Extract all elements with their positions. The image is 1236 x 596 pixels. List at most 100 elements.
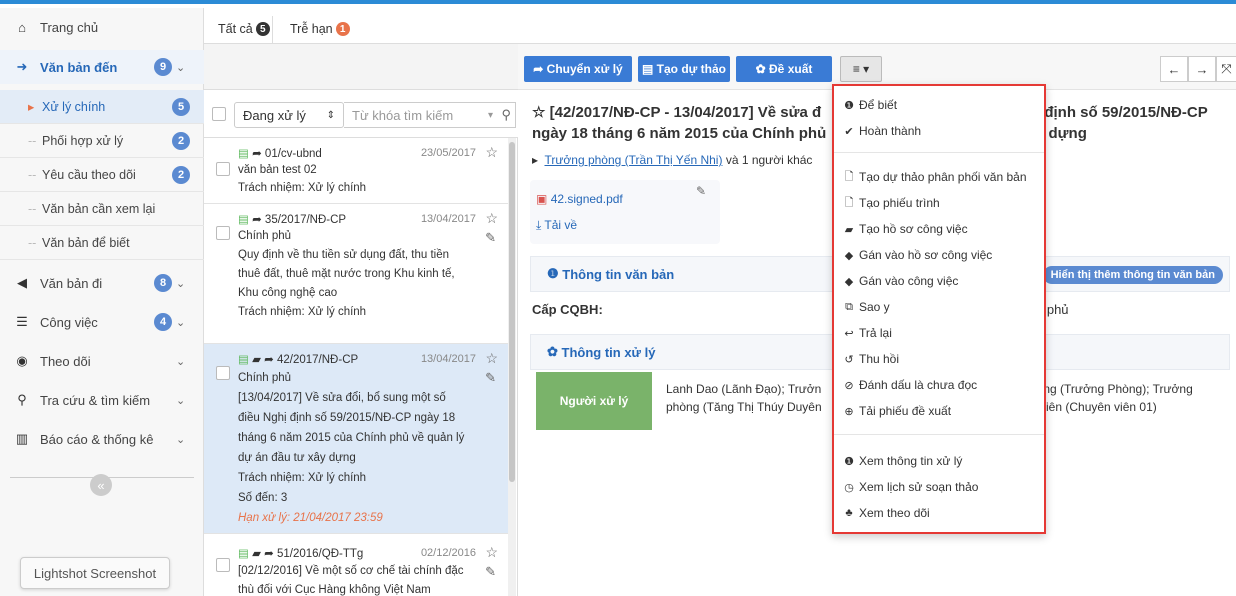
chevron-down-icon: ⌄ bbox=[176, 394, 186, 407]
next-arrow-icon[interactable]: → bbox=[1188, 56, 1216, 82]
document-icon: ▤ bbox=[238, 214, 249, 226]
sidebar: ⌂ Trang chủ ➜ Văn bản đến 9 ⌄ ▸ Xử lý ch… bbox=[0, 8, 204, 596]
download-link[interactable]: ⤓ Tải về bbox=[536, 218, 577, 233]
more-actions-button[interactable]: ≡ ▾ bbox=[840, 56, 882, 82]
info-icon: ❶ bbox=[844, 455, 854, 468]
document-icon: ▤ bbox=[238, 354, 249, 366]
menu-item-complete[interactable]: ✔ Hoàn thành bbox=[842, 120, 921, 142]
menu-item-for-info[interactable]: ❶ Để biết bbox=[842, 94, 897, 116]
status-select[interactable]: Đang xử lý ⇕ bbox=[234, 102, 344, 128]
menu-item-download-proposal[interactable]: ⊕ Tải phiếu đề xuất bbox=[842, 400, 951, 422]
list-item[interactable]: ▤ ▰ ➦ 51/2016/QĐ-TTg 02/12/2016 ☆ ✎ [02/… bbox=[204, 534, 508, 596]
top-bar bbox=[0, 0, 1236, 8]
clock-icon: ◷ bbox=[844, 481, 854, 494]
count-badge: 4 bbox=[154, 313, 172, 331]
search-icon: ⚲ bbox=[17, 392, 27, 407]
circle-arrow-left-icon: ◀ bbox=[17, 275, 27, 290]
chevron-down-icon: ⌄ bbox=[176, 433, 186, 446]
menu-item-assign-work-file[interactable]: ◆ Gán vào hồ sơ công việc bbox=[842, 244, 993, 266]
list-item[interactable]: ▤ ➦ 01/cv-ubnd 23/05/2017 ☆ văn bản test… bbox=[204, 138, 508, 204]
propose-button[interactable]: ✿ Đề xuất bbox=[736, 56, 832, 82]
download-circle-icon: ⊕ bbox=[844, 405, 854, 418]
tag-icon: ◆ bbox=[844, 275, 854, 288]
sidebar-item-incoming[interactable]: ➜ Văn bản đến 9 ⌄ bbox=[0, 50, 204, 84]
list-item-selected[interactable]: ▤ ▰ ➦ 42/2017/NĐ-CP 13/04/2017 ☆ ✎ Chính… bbox=[204, 344, 508, 534]
collapse-sidebar-button[interactable]: « bbox=[90, 474, 112, 496]
caret-down-icon: ▾ bbox=[487, 109, 493, 121]
book-icon: ▰ bbox=[252, 548, 261, 560]
star-icon[interactable]: ☆ bbox=[485, 144, 498, 161]
sidebar-item-search[interactable]: ⚲ Tra cứu & tìm kiếm ⌄ bbox=[0, 383, 204, 417]
book-icon: ▰ bbox=[844, 223, 854, 236]
expand-icon[interactable]: ⤧ bbox=[1216, 56, 1236, 82]
info-icon: ❶ bbox=[844, 99, 854, 112]
book-icon: ▰ bbox=[252, 354, 261, 366]
item-checkbox[interactable] bbox=[216, 162, 230, 176]
paperclip-icon: ✎ bbox=[485, 370, 496, 385]
menu-item-create-submission[interactable]: 🗋 Tạo phiếu trình bbox=[842, 192, 940, 214]
item-checkbox[interactable] bbox=[216, 366, 230, 380]
tab-all[interactable]: Tất cả 5 bbox=[218, 22, 270, 36]
menu-item-create-distribution-draft[interactable]: 🗋 Tạo dự thảo phân phối văn bản bbox=[842, 166, 1027, 188]
sidebar-subitem-coordinate[interactable]: -- Phối hợp xử lý 2 bbox=[0, 124, 204, 158]
select-arrow-icon: ⇕ bbox=[326, 109, 335, 121]
sidebar-subitem-review[interactable]: -- Văn bản cần xem lại bbox=[0, 192, 204, 226]
menu-item-create-work-file[interactable]: ▰ Tạo hồ sơ công việc bbox=[842, 218, 968, 240]
chevron-down-icon: ⌄ bbox=[176, 61, 186, 74]
menu-item-view-process-info[interactable]: ❶ Xem thông tin xử lý bbox=[842, 450, 962, 472]
menu-item-mark-unread[interactable]: ⊘ Đánh dấu là chưa đọc bbox=[842, 374, 977, 396]
chevron-down-icon: ⌄ bbox=[176, 316, 186, 329]
sidebar-item-work[interactable]: ☰ Công việc 4 ⌄ bbox=[0, 305, 204, 339]
document-list-panel: Đang xử lý ⇕ Từ khóa tìm kiếm ▾ ⚲ ▤ ➦ 01… bbox=[204, 44, 518, 596]
select-all-checkbox[interactable] bbox=[212, 107, 226, 121]
item-checkbox[interactable] bbox=[216, 558, 230, 572]
menu-item-copy[interactable]: ⧉ Sao y bbox=[842, 296, 890, 318]
count-badge: 2 bbox=[172, 165, 190, 184]
tab-bar: Tất cả 5 Trễ hạn 1 bbox=[204, 8, 1236, 46]
tab-overdue[interactable]: Trễ hạn 1 bbox=[290, 22, 350, 36]
sidebar-item-label: Xử lý chính bbox=[42, 99, 106, 114]
sidebar-subitem-main[interactable]: ▸ Xử lý chính 5 bbox=[0, 90, 204, 124]
count-badge: 9 bbox=[154, 58, 172, 76]
menu-item-assign-task[interactable]: ◆ Gán vào công việc bbox=[842, 270, 959, 292]
handler-label: Người xử lý bbox=[536, 372, 652, 430]
sidebar-item-outgoing[interactable]: ◀ Văn bản đi 8 ⌄ bbox=[0, 266, 204, 300]
show-more-info-button[interactable]: Hiển thị thêm thông tin văn bản bbox=[1042, 266, 1223, 284]
menu-item-view-tracking[interactable]: ♣ Xem theo dõi bbox=[842, 502, 929, 524]
create-draft-button[interactable]: ▤ Tạo dự thảo bbox=[638, 56, 730, 82]
prev-arrow-icon[interactable]: ← bbox=[1160, 56, 1188, 82]
forward-icon: ➦ bbox=[252, 214, 262, 226]
tab-label: Trễ hạn bbox=[290, 22, 333, 36]
star-icon[interactable]: ☆ bbox=[485, 350, 498, 367]
tasks-icon: ☰ bbox=[16, 314, 28, 329]
list-item[interactable]: ▤ ➦ 35/2017/NĐ-CP 13/04/2017 ☆ ✎ Chính p… bbox=[204, 204, 508, 344]
menu-item-return[interactable]: ↩ Trả lại bbox=[842, 322, 892, 344]
file-icon: 🗋 bbox=[844, 170, 854, 183]
handlers-line: ▸ Trưởng phòng (Trần Thị Yến Nhi) và 1 n… bbox=[532, 153, 813, 167]
sidebar-item-label: Trang chủ bbox=[40, 19, 99, 35]
item-checkbox[interactable] bbox=[216, 226, 230, 240]
list-scrollbar[interactable] bbox=[508, 138, 516, 596]
sidebar-item-label: Văn bản để biết bbox=[42, 235, 130, 250]
paperclip-icon: ✎ bbox=[485, 230, 496, 245]
sidebar-subitem-follow-request[interactable]: -- Yêu cầu theo dõi 2 bbox=[0, 158, 204, 192]
tag-icon: ◆ bbox=[844, 249, 854, 262]
tab-count: 1 bbox=[335, 22, 350, 36]
forward-icon: ➦ bbox=[264, 548, 274, 560]
search-input[interactable]: Từ khóa tìm kiếm ▾ ⚲ bbox=[344, 102, 516, 128]
sidebar-subitem-info[interactable]: -- Văn bản để biết bbox=[0, 226, 204, 260]
forward-icon: ➦ bbox=[252, 148, 262, 160]
document-icon: ▤ bbox=[238, 148, 249, 160]
sidebar-item-report[interactable]: ▥ Báo cáo & thống kê ⌄ bbox=[0, 422, 204, 456]
star-icon[interactable]: ☆ bbox=[485, 210, 498, 227]
forward-button[interactable]: ➦ Chuyển xử lý bbox=[524, 56, 632, 82]
bar-chart-icon: ▥ bbox=[15, 431, 29, 446]
menu-item-view-draft-history[interactable]: ◷ Xem lịch sử soạn thảo bbox=[842, 476, 978, 498]
star-icon[interactable]: ☆ bbox=[485, 544, 498, 561]
menu-item-recall[interactable]: ↺ Thu hồi bbox=[842, 348, 899, 370]
sidebar-item-follow[interactable]: ◉ Theo dõi ⌄ bbox=[0, 344, 204, 378]
attachment-link[interactable]: ▣ 42.signed.pdf bbox=[536, 192, 623, 206]
check-icon: ✔ bbox=[844, 125, 854, 138]
handler-link[interactable]: Trưởng phòng (Trần Thị Yến Nhi) bbox=[544, 153, 722, 167]
sidebar-item-home[interactable]: ⌂ Trang chủ bbox=[0, 10, 204, 44]
